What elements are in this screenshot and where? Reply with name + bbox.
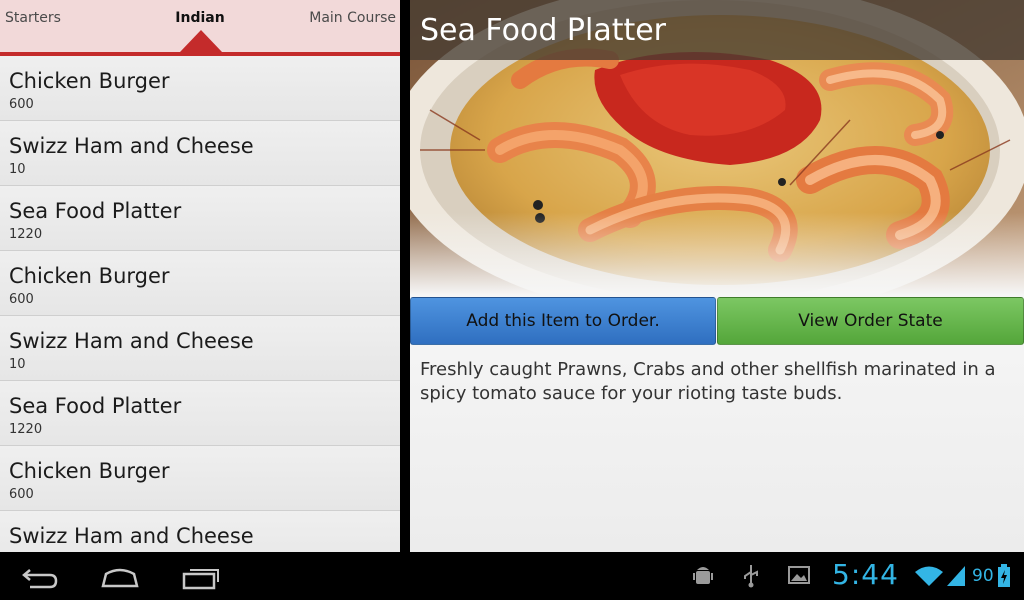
list-item[interactable]: Chicken Burger 600 xyxy=(0,56,400,121)
item-price: 10 xyxy=(9,162,26,177)
list-item[interactable]: Swizz Ham and Cheese 10 xyxy=(0,121,400,186)
home-icon[interactable] xyxy=(98,562,142,592)
item-price: 1220 xyxy=(9,227,43,242)
signal-icon xyxy=(947,566,965,586)
item-price: 1220 xyxy=(9,422,43,437)
recent-apps-icon[interactable] xyxy=(180,562,224,592)
item-name: Chicken Burger xyxy=(9,459,170,483)
detail-title: Sea Food Platter xyxy=(420,13,667,48)
view-order-state-button[interactable]: View Order State xyxy=(717,297,1024,345)
back-icon[interactable] xyxy=(18,562,62,592)
item-name: Chicken Burger xyxy=(9,69,170,93)
pane-divider xyxy=(400,0,410,552)
clock: 5:44 xyxy=(832,558,899,591)
item-price: 600 xyxy=(9,292,34,307)
item-name: Chicken Burger xyxy=(9,264,170,288)
system-navigation-bar: 5:44 90 xyxy=(0,552,1024,600)
list-item[interactable]: Swizz Ham and Cheese 10 xyxy=(0,316,400,381)
list-item[interactable]: Chicken Burger 600 xyxy=(0,251,400,316)
menu-pane: Starters Indian Main Course Chicken Burg… xyxy=(0,0,400,552)
item-price: 600 xyxy=(9,97,34,112)
battery-percent: 90 xyxy=(972,566,994,586)
list-item[interactable]: Swizz Ham and Cheese xyxy=(0,511,400,552)
menu-item-list: Chicken Burger 600 Swizz Ham and Cheese … xyxy=(0,56,400,552)
item-name: Swizz Ham and Cheese xyxy=(9,134,254,158)
tab-main-course[interactable]: Main Course xyxy=(309,10,396,26)
list-item[interactable]: Chicken Burger 600 xyxy=(0,446,400,511)
selected-tab-indicator xyxy=(180,30,222,52)
battery-icon xyxy=(998,564,1010,587)
android-debug-icon xyxy=(693,567,713,584)
item-price: 600 xyxy=(9,487,34,502)
usb-icon xyxy=(744,565,758,588)
add-to-order-button[interactable]: Add this Item to Order. xyxy=(410,297,716,345)
item-description: Freshly caught Prawns, Crabs and other s… xyxy=(420,359,996,404)
detail-title-bar: Sea Food Platter xyxy=(410,0,1024,60)
wifi-icon xyxy=(915,566,943,586)
detail-pane: Sea Food Platter Add this Item to Order.… xyxy=(410,0,1024,552)
list-item[interactable]: Sea Food Platter 1220 xyxy=(0,381,400,446)
gallery-icon xyxy=(788,566,810,584)
item-name: Sea Food Platter xyxy=(9,394,182,418)
item-name: Swizz Ham and Cheese xyxy=(9,329,254,353)
list-item[interactable]: Sea Food Platter 1220 xyxy=(0,186,400,251)
item-name: Swizz Ham and Cheese xyxy=(9,524,254,548)
item-price: 10 xyxy=(9,357,26,372)
category-tabs: Starters Indian Main Course xyxy=(0,0,400,56)
item-name: Sea Food Platter xyxy=(9,199,182,223)
